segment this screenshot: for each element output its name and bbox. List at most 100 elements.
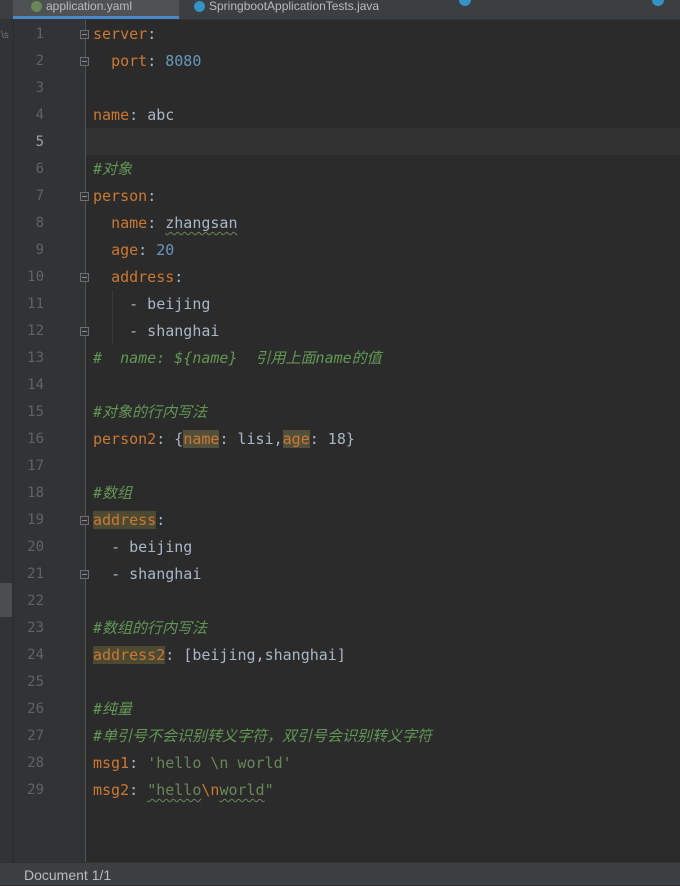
yaml-colon: : [147, 25, 157, 43]
code-line[interactable]: address: [93, 264, 183, 291]
code-line[interactable]: #对象的行内写法 [93, 399, 207, 426]
line-number: 20 [27, 539, 44, 555]
yaml-key: name [111, 214, 148, 232]
yaml-value: 8080 [165, 52, 202, 70]
line-number: 12 [27, 323, 44, 339]
yaml-key: msg1 [93, 754, 130, 772]
code-line[interactable]: #数组的行内写法 [93, 615, 207, 642]
yaml-key: person2 [93, 430, 157, 448]
tab-label: SpringbootApplicationTests.java [209, 0, 380, 13]
yaml-key: server [93, 25, 148, 43]
code-line[interactable]: - shanghai [93, 561, 201, 588]
document-indicator: Document 1/1 [24, 867, 112, 883]
current-line-highlight [86, 128, 680, 155]
java-file-icon [194, 1, 205, 13]
code-line[interactable]: #对象 [93, 156, 132, 183]
yaml-list-item: - shanghai [111, 565, 202, 583]
line-number: 10 [27, 269, 44, 285]
yaml-value: world [219, 781, 265, 799]
yaml-colon: : [138, 241, 157, 259]
fold-marker[interactable] [80, 57, 89, 66]
fold-marker[interactable] [80, 30, 89, 39]
code-line[interactable]: name: abc [93, 102, 174, 129]
yaml-value: abc [147, 106, 175, 124]
line-number: 9 [35, 242, 44, 258]
yaml-value: 20 [156, 241, 175, 259]
yaml-key: name [93, 106, 130, 124]
line-number: 5 [35, 134, 44, 150]
yaml-list-item: - beijing [129, 295, 211, 313]
yaml-list-item: - beijing [111, 538, 193, 556]
yaml-key: msg2 [93, 781, 130, 799]
yaml-comment: #数组 [93, 484, 133, 502]
line-number: 8 [35, 215, 44, 231]
line-number: 25 [27, 674, 44, 690]
code-line[interactable]: port: 8080 [93, 48, 201, 75]
file-type-icon [652, 0, 664, 6]
tab-springboot-tests[interactable]: SpringbootApplicationTests.java [190, 0, 454, 19]
yaml-key: address [111, 268, 175, 286]
line-number: 24 [27, 647, 44, 663]
code-line[interactable]: person: [93, 183, 156, 210]
yaml-key: person [93, 187, 148, 205]
project-strip-text: \s [1, 30, 9, 41]
yaml-value: " [264, 781, 274, 799]
fold-marker[interactable] [80, 273, 89, 282]
line-number: 22 [27, 593, 44, 609]
yaml-colon: : { [156, 430, 184, 448]
line-number: 29 [27, 782, 44, 798]
line-number: 17 [27, 458, 44, 474]
code-line[interactable]: name: zhangsan [93, 210, 237, 237]
tab-label: application.yaml [46, 0, 133, 13]
yaml-key: port [111, 52, 148, 70]
code-line[interactable]: server: [93, 21, 156, 48]
code-line[interactable]: - beijing [93, 534, 192, 561]
yaml-colon: : [129, 754, 148, 772]
file-type-icon [459, 0, 471, 6]
yaml-value: : 18} [309, 430, 355, 448]
line-number: 15 [27, 404, 44, 420]
line-number: 6 [35, 161, 44, 177]
code-line[interactable]: #数组 [93, 480, 132, 507]
yaml-colon: : [129, 106, 148, 124]
line-number: 3 [35, 80, 44, 96]
code-line[interactable]: person2: {name: lisi,age: 18} [93, 426, 355, 453]
code-line[interactable]: msg1: 'hello \n world' [93, 750, 292, 777]
line-number: 2 [35, 53, 44, 69]
fold-marker[interactable] [80, 570, 89, 579]
code-line[interactable]: #纯量 [93, 696, 132, 723]
code-line[interactable]: #单引号不会识别转义字符，双引号会识别转义字符 [93, 723, 432, 750]
editor-tab-bar: application.yaml SpringbootApplicationTe… [0, 0, 680, 20]
line-number: 11 [27, 296, 44, 312]
line-number: 21 [27, 566, 44, 582]
yaml-comment: #数组的行内写法 [93, 619, 208, 637]
yaml-value: 'hello \n world' [147, 754, 292, 772]
yaml-value: "hello [147, 781, 202, 799]
tab-application-yaml[interactable]: application.yaml [13, 0, 179, 19]
code-line[interactable]: msg2: "hello\nworld" [93, 777, 274, 804]
code-line[interactable]: address2: [beijing,shanghai] [93, 642, 346, 669]
code-line[interactable]: - beijing [93, 291, 210, 318]
code-line[interactable]: age: 20 [93, 237, 174, 264]
yaml-comment: # name: ${name} 引用上面name的值 [93, 349, 382, 367]
yaml-colon: : [156, 511, 166, 529]
fold-marker[interactable] [80, 327, 89, 336]
scroll-marker[interactable] [0, 583, 12, 617]
fold-marker[interactable] [80, 192, 89, 201]
yaml-key: address2 [93, 646, 166, 664]
code-line[interactable]: # name: ${name} 引用上面name的值 [93, 345, 382, 372]
line-number: 4 [35, 107, 44, 123]
yaml-list-item: - shanghai [129, 322, 220, 340]
yaml-colon: : [174, 268, 184, 286]
fold-marker[interactable] [80, 516, 89, 525]
line-number: 18 [27, 485, 44, 501]
yaml-escape: \n [201, 781, 220, 799]
line-number: 13 [27, 350, 44, 366]
line-number: 7 [35, 188, 44, 204]
code-line[interactable]: address: [93, 507, 165, 534]
code-line[interactable]: - shanghai [93, 318, 219, 345]
yaml-comment: #对象 [93, 160, 133, 178]
status-bar: Document 1/1 [0, 862, 680, 885]
line-number: 27 [27, 728, 44, 744]
line-number: 16 [27, 431, 44, 447]
